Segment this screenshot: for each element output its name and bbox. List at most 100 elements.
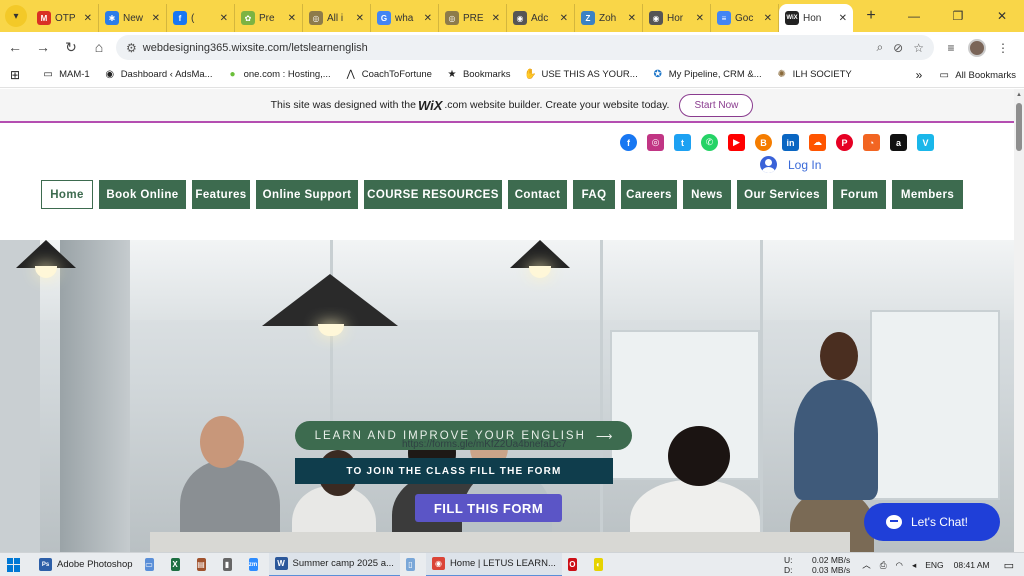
bookmark-item[interactable]: ▭ MAM-1 — [42, 69, 89, 81]
taskbar-app[interactable]: ▤ — [191, 553, 217, 576]
facebook-icon[interactable]: f — [620, 134, 637, 151]
browser-tab[interactable]: Z Zoh ✕ — [575, 4, 643, 32]
bookmark-item[interactable]: ● one.com : Hosting,... — [227, 69, 331, 81]
reload-icon[interactable]: ↻ — [58, 34, 84, 60]
fill-form-button[interactable]: FILL THIS FORM — [415, 494, 562, 522]
instagram-icon[interactable]: ◎ — [647, 134, 664, 151]
taskbar-app[interactable]: Ps Adobe Photoshop — [33, 553, 139, 576]
restore-icon[interactable]: ❐ — [936, 0, 980, 32]
browser-tab[interactable]: ≡ Goc ✕ — [711, 4, 779, 32]
vimeo-icon[interactable]: V — [917, 134, 934, 151]
address-bar[interactable]: ⚙ webdesigning365.wixsite.com/letslearne… — [116, 35, 934, 60]
new-tab-plus-icon[interactable]: + — [859, 4, 883, 28]
bookmark-item[interactable]: ✺ ILH SOCIETY — [776, 69, 851, 81]
browser-tab[interactable]: WiX Hon ✕ — [779, 4, 853, 32]
wix-logo[interactable]: WiX — [418, 98, 442, 113]
close-tab-icon[interactable]: ✕ — [628, 13, 636, 24]
profile-avatar[interactable] — [964, 35, 990, 60]
apps-grid-icon[interactable]: ⊞ — [10, 68, 20, 82]
zoom-magnifier-icon[interactable]: ⌕ — [876, 40, 883, 55]
nav-item-news[interactable]: News — [683, 180, 731, 209]
kebab-menu-icon[interactable]: ⋮ — [990, 35, 1016, 60]
close-tab-icon[interactable]: ✕ — [220, 13, 228, 24]
close-tab-icon[interactable]: ✕ — [839, 13, 847, 24]
browser-tab[interactable]: M OTP ✕ — [31, 4, 99, 32]
close-tab-icon[interactable]: ✕ — [424, 13, 432, 24]
more-bookmarks-chevron-icon[interactable]: » — [916, 68, 923, 82]
eye-slash-icon[interactable]: ⊘ — [893, 41, 903, 55]
taskbar-app[interactable]: zm — [243, 553, 269, 576]
all-bookmarks-folder[interactable]: ▭ All Bookmarks — [938, 69, 1016, 81]
nav-item-faq[interactable]: FAQ — [573, 180, 615, 209]
lets-chat-button[interactable]: Let's Chat! — [864, 503, 1000, 541]
volume-icon[interactable]: ◂ — [912, 560, 916, 571]
printer-icon[interactable]: ⎙ — [880, 560, 887, 571]
site-settings-icon[interactable]: ⚙ — [126, 41, 137, 55]
bookmark-item[interactable]: ⋀ CoachToFortune — [345, 69, 432, 81]
scroll-up-arrow-icon[interactable]: ▲ — [1016, 92, 1022, 98]
bookmark-item[interactable]: ◉ Dashboard ‹ AdsMa... — [104, 69, 212, 81]
scrollbar-thumb[interactable] — [1016, 103, 1022, 151]
close-tab-icon[interactable]: ✕ — [152, 13, 160, 24]
form-url-text[interactable]: https://forms.gle/mKfZ2Ua4bnefaDc7 — [402, 439, 567, 450]
close-tab-icon[interactable]: ✕ — [288, 13, 296, 24]
wifi-icon[interactable]: ◠ — [896, 560, 903, 571]
nav-item-our-services[interactable]: Our Services — [737, 180, 827, 209]
back-arrow-icon[interactable]: ← — [2, 34, 28, 60]
pinterest-icon[interactable]: P — [836, 134, 853, 151]
browser-tab[interactable]: ◉ Adc ✕ — [507, 4, 575, 32]
close-tab-icon[interactable]: ✕ — [560, 13, 568, 24]
nav-item-course-resources[interactable]: COURSE RESOURCES — [364, 180, 502, 209]
taskbar-app[interactable]: O — [562, 553, 588, 576]
youtube-icon[interactable]: ▶ — [728, 134, 745, 151]
nav-item-members[interactable]: Members — [892, 180, 963, 209]
address-url[interactable]: webdesigning365.wixsite.com/letslearneng… — [143, 42, 867, 54]
nav-item-home[interactable]: Home — [41, 180, 93, 209]
clock-time[interactable]: 08:41 AM — [954, 560, 990, 570]
blogger-icon[interactable]: B — [755, 134, 772, 151]
taskbar-app[interactable]: X — [165, 553, 191, 576]
browser-tab[interactable]: Gwha ✕ — [371, 4, 439, 32]
page-scrollbar[interactable]: ▲ — [1014, 89, 1024, 552]
login-link[interactable]: Log In — [760, 156, 821, 173]
taskbar-app[interactable]: ◐ — [588, 553, 614, 576]
whatsapp-icon[interactable]: ✆ — [701, 134, 718, 151]
taskbar-app[interactable]: W Summer camp 2025 a... — [268, 552, 400, 576]
browser-tab[interactable]: ✱ New ✕ — [99, 4, 167, 32]
bookmark-item[interactable]: ✋ USE THIS AS YOUR... — [524, 69, 637, 81]
close-tab-icon[interactable]: ✕ — [696, 13, 704, 24]
tab-search-chevron-icon[interactable]: ▾ — [5, 5, 27, 27]
nav-item-features[interactable]: Features — [192, 180, 250, 209]
home-icon[interactable]: ⌂ — [86, 34, 112, 60]
amazon-icon[interactable]: a — [890, 134, 907, 151]
taskbar-app[interactable]: ◉ Home | LETUS LEARN... — [425, 552, 562, 576]
rss-icon[interactable]: ◔ — [863, 134, 880, 151]
bookmark-star-icon[interactable]: ☆ — [913, 41, 924, 55]
browser-tab[interactable]: ◉ Hor ✕ — [643, 4, 711, 32]
nav-item-careers[interactable]: Careers — [621, 180, 677, 209]
bookmark-item[interactable]: ★ Bookmarks — [446, 69, 510, 81]
close-tab-icon[interactable]: ✕ — [764, 13, 772, 24]
twitter-icon[interactable]: t — [674, 134, 691, 151]
taskbar-app[interactable]: ▭ — [139, 553, 165, 576]
minimize-icon[interactable]: — — [892, 0, 936, 32]
nav-item-forum[interactable]: Forum — [833, 180, 886, 209]
tray-chevron-icon[interactable]: ︿ — [862, 559, 871, 571]
linkedin-icon[interactable]: in — [782, 134, 799, 151]
notification-icon[interactable]: ▭ — [1004, 559, 1014, 572]
taskbar-app[interactable]: ▮ — [217, 553, 243, 576]
browser-tab[interactable]: ✿ Pre ✕ — [235, 4, 303, 32]
media-control-icon[interactable]: ≡ — [938, 35, 964, 60]
close-window-icon[interactable]: ✕ — [980, 0, 1024, 32]
forward-arrow-icon[interactable]: → — [30, 34, 56, 60]
bookmark-item[interactable]: ✪ My Pipeline, CRM &... — [652, 69, 762, 81]
browser-tab[interactable]: ◎ PRE ✕ — [439, 4, 507, 32]
browser-tab[interactable]: ◎ All i ✕ — [303, 4, 371, 32]
taskbar-app[interactable]: ▯ — [400, 553, 426, 576]
windows-start-icon[interactable] — [7, 557, 21, 572]
nav-item-contact[interactable]: Contact — [508, 180, 567, 209]
soundcloud-icon[interactable]: ☁ — [809, 134, 826, 151]
close-tab-icon[interactable]: ✕ — [84, 13, 92, 24]
language-indicator[interactable]: ENG — [925, 560, 943, 570]
browser-tab[interactable]: f (✕ — [167, 4, 235, 32]
